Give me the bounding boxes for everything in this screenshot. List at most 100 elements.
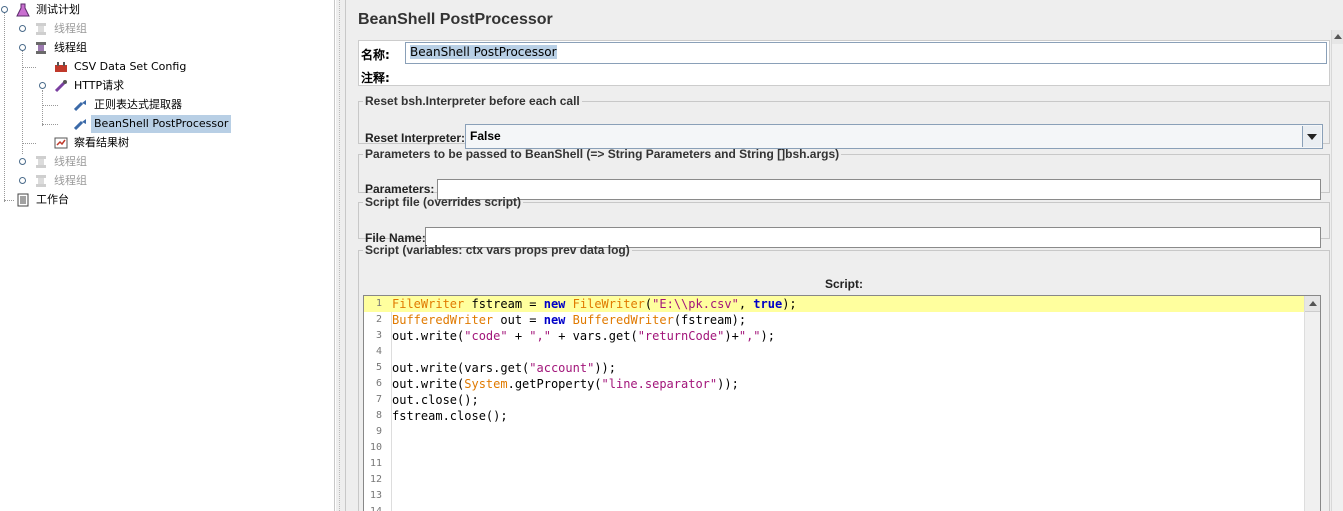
expand-handle[interactable] — [19, 158, 26, 165]
spool-icon — [36, 175, 46, 187]
comment-input[interactable] — [397, 66, 1327, 85]
expand-handle[interactable] — [19, 25, 26, 32]
tree-node-test-plan[interactable]: 测试计划 — [16, 1, 83, 19]
tree-node-label: 线程组 — [54, 22, 87, 35]
tree-connector — [22, 50, 23, 154]
spool-icon — [36, 156, 46, 168]
tree-node-label: CSV Data Set Config — [74, 60, 187, 73]
line-number: 9 — [375, 426, 382, 437]
code-line: 12 — [364, 472, 1304, 488]
expand-handle[interactable] — [19, 44, 26, 51]
parameters-group: Parameters to be passed to BeanShell (=>… — [358, 147, 1330, 200]
code-line: 13 — [364, 488, 1304, 504]
line-number: 6 — [375, 378, 382, 389]
tree-connector — [42, 124, 58, 125]
code-line: 14 — [364, 504, 1304, 511]
flask-icon — [16, 3, 30, 17]
comment-label: 注释: — [361, 71, 390, 85]
tree-node-label: BeanShell PostProcessor — [91, 115, 232, 133]
code-line: 10 — [364, 440, 1304, 456]
parameters-legend: Parameters to be passed to BeanShell (=>… — [365, 147, 840, 161]
tree-node-thread-group[interactable]: 线程组 — [34, 172, 90, 190]
code-line: 4 — [364, 344, 1304, 360]
name-value: BeanShell PostProcessor — [410, 45, 557, 59]
tree-node-label: 测试计划 — [36, 3, 80, 16]
code-line: 5 out.write(vars.get("account")); — [364, 360, 1304, 376]
panel-scrollbar[interactable] — [1331, 30, 1343, 511]
script-legend: Script (variables: ctx vars props prev d… — [365, 243, 630, 257]
panel-title: BeanShell PostProcessor — [358, 11, 553, 28]
code-line: 1 FileWriter fstream = new FileWriter("E:… — [364, 296, 1304, 312]
tree-node-thread-group[interactable]: 线程组 — [34, 39, 90, 57]
extractor-icon — [74, 100, 86, 112]
tree-node-thread-group[interactable]: 线程组 — [34, 20, 90, 38]
scroll-up-arrow-icon[interactable] — [1332, 30, 1343, 44]
tree-node-label: 察看结果树 — [74, 136, 129, 149]
test-plan-tree[interactable]: 测试计划 线程组 线程组 CSV Data Set Config HTTP请求 … — [0, 0, 335, 511]
tree-connector — [4, 12, 5, 202]
tree-connector — [4, 200, 14, 201]
wrench-icon — [55, 62, 67, 72]
code-line: 11 — [364, 456, 1304, 472]
line-number: 5 — [375, 362, 382, 373]
editor-scrollbar[interactable] — [1304, 296, 1320, 511]
line-number: 1 — [375, 298, 382, 309]
parameters-label: Parameters: — [365, 182, 435, 196]
line-number: 3 — [375, 330, 382, 341]
tree-connector — [22, 67, 36, 68]
script-group: Script (variables: ctx vars props prev d… — [358, 243, 1330, 511]
code-line: 7 out.close(); — [364, 392, 1304, 408]
name-label: 名称: — [361, 48, 390, 62]
expand-handle[interactable] — [39, 82, 46, 89]
expand-handle[interactable] — [1, 6, 8, 13]
tree-connector — [42, 105, 58, 106]
line-number: 14 — [364, 504, 382, 511]
tree-node-csv-data-set-config[interactable]: CSV Data Set Config — [54, 58, 189, 76]
tree-connector — [22, 143, 36, 144]
line-number: 10 — [369, 442, 382, 453]
line-number: 4 — [375, 346, 382, 357]
extractor-icon — [74, 119, 86, 131]
spool-icon — [36, 42, 46, 54]
tree-node-http-request[interactable]: HTTP请求 — [54, 77, 127, 95]
expand-handle[interactable] — [19, 177, 26, 184]
line-number: 11 — [369, 458, 382, 469]
script-file-group: Script file (overrides script) File Name… — [358, 195, 1330, 248]
code-line: 2 BufferedWriter out = new BufferedWriter… — [364, 312, 1304, 328]
scroll-up-arrow-icon[interactable] — [1305, 296, 1320, 312]
pipette-icon — [54, 80, 67, 93]
tree-node-label: 工作台 — [36, 193, 69, 206]
script-header: Script: — [825, 277, 864, 291]
tree-node-workbench[interactable]: 工作台 — [16, 191, 72, 209]
chevron-down-icon[interactable] — [1302, 126, 1321, 147]
tree-connector — [42, 90, 43, 126]
script-file-legend: Script file (overrides script) — [365, 195, 522, 209]
reset-interpreter-group: Reset bsh.Interpreter before each call R… — [358, 94, 1330, 149]
tree-node-label: 正则表达式提取器 — [94, 98, 182, 111]
code-line: 3 out.write("code" + "," + vars.get("retu… — [364, 328, 1304, 344]
reset-interpreter-legend: Reset bsh.Interpreter before each call — [365, 94, 580, 108]
line-number: 13 — [369, 490, 382, 501]
chart-icon — [54, 137, 68, 149]
tree-node-regex-extractor[interactable]: 正则表达式提取器 — [74, 96, 185, 114]
tree-node-view-results-tree[interactable]: 察看结果树 — [54, 134, 132, 152]
code-line: 6 out.write(System.getProperty("line.sepa… — [364, 376, 1304, 392]
line-number: 7 — [375, 394, 382, 405]
tree-node-label: 线程组 — [54, 155, 87, 168]
tree-node-label: HTTP请求 — [74, 79, 125, 92]
code-line: 8 fstream.close(); — [364, 408, 1304, 424]
reset-interpreter-value: False — [470, 129, 501, 143]
reset-interpreter-select[interactable]: False — [465, 124, 1323, 149]
tree-node-label: 线程组 — [54, 41, 87, 54]
properties-panel: BeanShell PostProcessor 名称: BeanShell Po… — [346, 0, 1343, 511]
line-number: 12 — [369, 474, 382, 485]
spool-icon — [36, 23, 46, 35]
tree-node-beanshell-postprocessor[interactable]: BeanShell PostProcessor — [74, 115, 232, 133]
script-editor[interactable]: 1 FileWriter fstream = new FileWriter("E:… — [363, 295, 1321, 511]
name-input[interactable]: BeanShell PostProcessor — [405, 42, 1327, 64]
code-line: 9 — [364, 424, 1304, 440]
pane-splitter[interactable] — [336, 0, 346, 511]
line-number: 2 — [375, 314, 382, 325]
line-number: 8 — [375, 410, 382, 421]
tree-node-thread-group[interactable]: 线程组 — [34, 153, 90, 171]
